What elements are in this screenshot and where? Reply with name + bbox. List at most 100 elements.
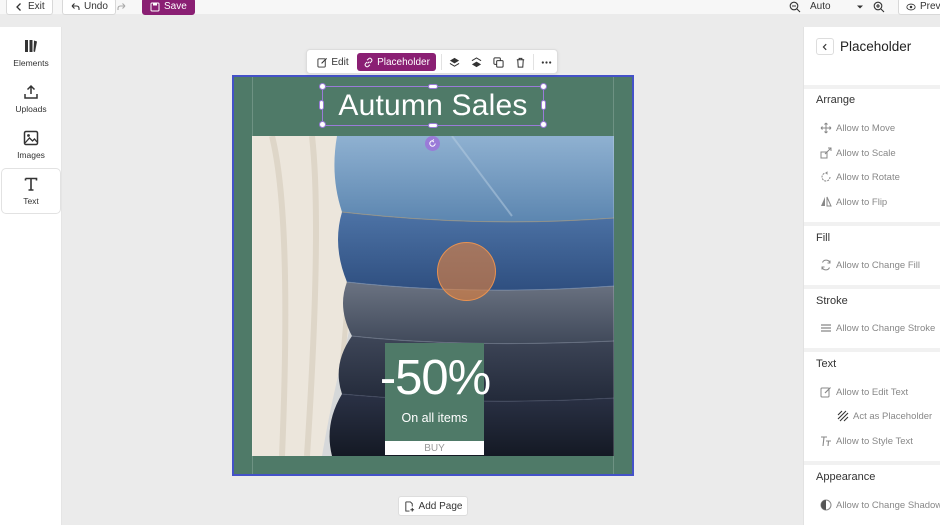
undo-label: Undo bbox=[84, 1, 108, 12]
option-allow-change-fill[interactable]: Allow to Change Fill bbox=[820, 259, 920, 271]
placeholder-button[interactable]: Placeholder bbox=[357, 53, 436, 71]
rotate-handle[interactable] bbox=[425, 136, 440, 151]
toolbar-divider bbox=[441, 54, 442, 70]
option-label: Allow to Move bbox=[836, 122, 896, 134]
preview-label: Prev bbox=[920, 1, 940, 12]
zoom-select[interactable]: Auto bbox=[806, 0, 868, 15]
sidebar-item-label: Images bbox=[17, 150, 45, 160]
sidebar-item-label: Elements bbox=[13, 58, 49, 68]
placeholder-label: Placeholder bbox=[377, 56, 430, 68]
edit-icon bbox=[317, 57, 328, 68]
flip-icon bbox=[821, 196, 832, 207]
image-icon bbox=[23, 130, 39, 146]
buy-button[interactable]: BUY bbox=[385, 441, 484, 455]
sidebar-item-label: Uploads bbox=[15, 104, 47, 114]
resize-handle-bottom[interactable] bbox=[428, 123, 438, 128]
section-divider bbox=[804, 348, 940, 352]
redo-icon bbox=[117, 2, 126, 10]
layer-down-icon bbox=[471, 56, 481, 67]
save-label: Save bbox=[164, 1, 187, 12]
exit-button[interactable]: Exit bbox=[6, 0, 53, 15]
move-icon bbox=[820, 122, 832, 134]
option-allow-flip[interactable]: Allow to Flip bbox=[820, 196, 887, 208]
resize-handle-top[interactable] bbox=[428, 84, 438, 89]
bring-forward-button[interactable] bbox=[445, 53, 463, 71]
section-divider bbox=[804, 85, 940, 89]
stroke-icon bbox=[821, 324, 831, 332]
section-divider bbox=[804, 461, 940, 465]
promo-subtitle[interactable]: On all items bbox=[385, 411, 484, 427]
scale-icon bbox=[820, 147, 832, 159]
preview-button[interactable]: Prev bbox=[898, 0, 940, 15]
section-title-fill: Fill bbox=[816, 232, 831, 244]
option-allow-rotate[interactable]: Allow to Rotate bbox=[820, 171, 900, 183]
duplicate-icon bbox=[492, 56, 504, 68]
toolbar-divider bbox=[533, 54, 534, 70]
section-title-stroke: Stroke bbox=[816, 295, 848, 307]
edit-icon bbox=[820, 387, 831, 398]
discount-text[interactable]: -50% bbox=[380, 349, 491, 407]
sidebar-item-images[interactable]: Images bbox=[2, 123, 60, 167]
hatch-icon bbox=[837, 410, 849, 422]
option-act-as-placeholder[interactable]: Act as Placeholder bbox=[837, 410, 932, 422]
layer-up-icon bbox=[449, 57, 459, 67]
resize-handle-bottom-right[interactable] bbox=[540, 121, 547, 128]
option-allow-change-stroke[interactable]: Allow to Change Stroke bbox=[820, 322, 935, 334]
more-icon bbox=[541, 60, 551, 64]
left-sidebar: Elements Uploads Images Text bbox=[0, 27, 62, 525]
add-page-icon bbox=[404, 500, 414, 512]
option-label: Allow to Edit Text bbox=[836, 386, 909, 398]
upload-icon bbox=[24, 84, 38, 99]
send-backward-button[interactable] bbox=[467, 53, 485, 71]
sidebar-item-elements[interactable]: Elements bbox=[2, 31, 60, 75]
option-label: Allow to Flip bbox=[836, 196, 888, 208]
link-icon bbox=[364, 57, 373, 67]
sidebar-item-text[interactable]: Text bbox=[2, 169, 60, 213]
section-title-text: Text bbox=[816, 358, 837, 370]
section-title-appearance: Appearance bbox=[816, 471, 876, 483]
selection-box bbox=[322, 86, 544, 126]
add-page-label: Add Page bbox=[418, 500, 463, 512]
option-label: Allow to Style Text bbox=[836, 435, 913, 447]
resize-handle-top-right[interactable] bbox=[540, 83, 547, 90]
sidebar-item-uploads[interactable]: Uploads bbox=[2, 77, 60, 121]
rotate-icon bbox=[429, 139, 436, 147]
duplicate-button[interactable] bbox=[489, 53, 507, 71]
edit-button[interactable]: Edit bbox=[313, 53, 353, 71]
option-label: Act as Placeholder bbox=[853, 410, 933, 422]
exit-label: Exit bbox=[28, 1, 45, 12]
option-label: Allow to Change Fill bbox=[836, 259, 920, 271]
option-label: Allow to Change Shadow bbox=[836, 499, 940, 511]
element-toolbar: Edit Placeholder bbox=[306, 49, 558, 74]
option-allow-edit-text[interactable]: Allow to Edit Text bbox=[820, 386, 908, 398]
undo-icon bbox=[71, 2, 80, 10]
resize-handle-right[interactable] bbox=[541, 100, 546, 110]
option-label: Allow to Rotate bbox=[836, 171, 900, 183]
back-button[interactable] bbox=[816, 38, 834, 55]
redo-button[interactable] bbox=[112, 0, 132, 15]
section-divider bbox=[804, 222, 940, 226]
edit-label: Edit bbox=[331, 56, 349, 68]
resize-handle-top-left[interactable] bbox=[319, 83, 326, 90]
save-button[interactable]: Save bbox=[142, 0, 195, 15]
option-label: Allow to Scale bbox=[836, 147, 896, 159]
rotate-icon bbox=[821, 171, 831, 182]
more-options-button[interactable] bbox=[537, 53, 555, 71]
undo-button[interactable]: Undo bbox=[62, 0, 116, 15]
resize-handle-left[interactable] bbox=[319, 100, 324, 110]
zoom-value: Auto bbox=[810, 1, 831, 12]
margin-guide-left bbox=[252, 77, 253, 474]
add-page-button[interactable]: Add Page bbox=[398, 496, 468, 516]
zoom-out-button[interactable] bbox=[786, 0, 804, 15]
section-divider bbox=[804, 285, 940, 289]
zoom-in-button[interactable] bbox=[870, 0, 888, 15]
section-title-arrange: Arrange bbox=[816, 94, 856, 106]
chevron-left-icon bbox=[16, 2, 21, 11]
option-allow-style-text[interactable]: Allow to Style Text bbox=[820, 435, 913, 447]
option-allow-move[interactable]: Allow to Move bbox=[820, 122, 895, 134]
delete-button[interactable] bbox=[511, 53, 529, 71]
option-allow-scale[interactable]: Allow to Scale bbox=[820, 147, 896, 159]
option-allow-change-shadow[interactable]: Allow to Change Shadow bbox=[820, 499, 940, 511]
panel-title: Placeholder bbox=[840, 39, 912, 54]
resize-handle-bottom-left[interactable] bbox=[319, 121, 326, 128]
